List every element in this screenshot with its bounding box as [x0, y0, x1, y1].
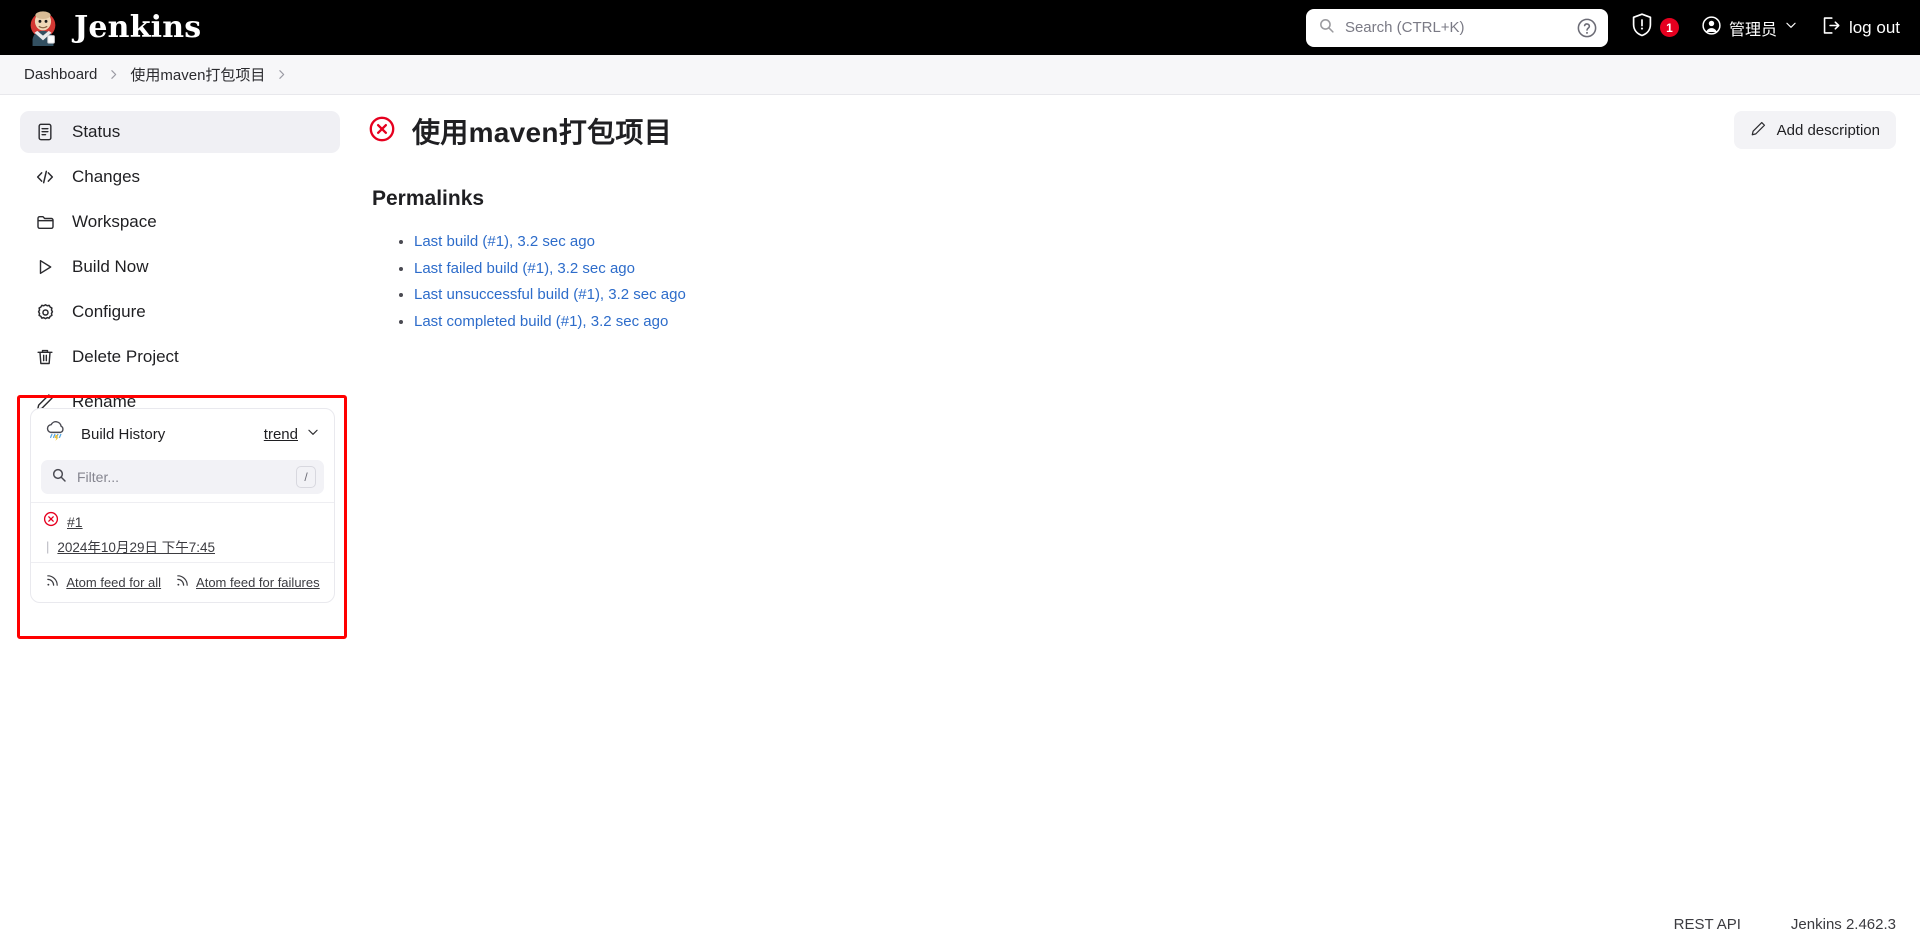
- project-header: 使用maven打包项目 Add description: [368, 111, 1896, 151]
- user-circle-icon: [1701, 15, 1722, 41]
- build-row-connector: |: [46, 538, 50, 554]
- rss-icon: [175, 573, 190, 591]
- sidebar-item-label: Status: [72, 122, 121, 141]
- jenkins-version-label: Jenkins 2.462.3: [1790, 916, 1896, 933]
- rss-icon: [45, 573, 60, 591]
- brand-name: Jenkins: [74, 10, 202, 45]
- atom-feed-failures-link[interactable]: Atom feed for failures: [175, 573, 320, 591]
- page-footer: REST API Jenkins 2.462.3: [1674, 916, 1896, 933]
- failed-circle-x-icon: [43, 511, 59, 532]
- sidebar-item-changes[interactable]: Changes: [20, 156, 340, 198]
- permalink-last-completed-build[interactable]: Last completed build (#1), 3.2 sec ago: [414, 313, 668, 330]
- build-number-link[interactable]: #1: [67, 514, 83, 530]
- shield-alert-icon: [1630, 12, 1654, 43]
- security-alert-badge: 1: [1659, 18, 1679, 37]
- jenkins-butler-logo-icon: [24, 9, 62, 47]
- chevron-down-icon: [1784, 18, 1798, 37]
- breadcrumb-separator-icon: [107, 68, 120, 81]
- pencil-icon: [1750, 120, 1767, 141]
- sidebar-item-label: Changes: [72, 167, 141, 186]
- search-input[interactable]: [1334, 18, 1574, 37]
- sidebar: Status Changes Workspace Build Now Confi…: [0, 95, 360, 945]
- storm-cloud-icon: [43, 419, 69, 450]
- list-item: Last completed build (#1), 3.2 sec ago: [414, 313, 1896, 331]
- permalink-last-failed-build[interactable]: Last failed build (#1), 3.2 sec ago: [414, 260, 635, 277]
- chevron-down-icon: [306, 425, 320, 444]
- play-triangle-icon: [34, 256, 56, 278]
- permalink-last-build[interactable]: Last build (#1), 3.2 sec ago: [414, 233, 595, 250]
- build-history-panel: Build History trend /: [30, 408, 335, 603]
- sidebar-item-configure[interactable]: Configure: [20, 291, 340, 333]
- sidebar-item-build-now[interactable]: Build Now: [20, 246, 340, 288]
- sidebar-item-label: Workspace: [72, 212, 157, 231]
- build-history-filter-input[interactable]: [67, 468, 296, 486]
- atom-feed-failures-label: Atom feed for failures: [196, 574, 320, 590]
- question-circle-icon[interactable]: [1574, 15, 1600, 41]
- breadcrumb-separator-icon-2: [275, 68, 288, 81]
- security-alerts-button[interactable]: 1: [1630, 12, 1679, 43]
- build-history-trend-toggle[interactable]: trend: [264, 425, 320, 444]
- atom-feed-all-label: Atom feed for all: [66, 574, 162, 590]
- permalinks-list: Last build (#1), 3.2 sec ago Last failed…: [368, 233, 1896, 331]
- user-menu[interactable]: 管理员: [1701, 15, 1798, 41]
- build-row-main: #1: [43, 511, 322, 532]
- logout-label: log out: [1848, 17, 1900, 37]
- breadcrumb-item-project[interactable]: 使用maven打包项目: [130, 64, 265, 85]
- gear-icon: [34, 301, 56, 323]
- breadcrumb-item-dashboard[interactable]: Dashboard: [24, 66, 97, 83]
- header-actions: 1 管理员: [1305, 8, 1900, 47]
- search-icon: [1318, 17, 1335, 39]
- logout-icon: [1820, 15, 1841, 41]
- search-icon: [51, 467, 67, 488]
- folder-icon: [34, 211, 56, 233]
- build-history-feeds: Atom feed for all Atom feed for failures: [31, 562, 334, 602]
- sidebar-item-delete-project[interactable]: Delete Project: [20, 336, 340, 378]
- atom-feed-all-link[interactable]: Atom feed for all: [45, 573, 161, 591]
- permalink-last-unsuccessful-build[interactable]: Last unsuccessful build (#1), 3.2 sec ag…: [414, 286, 686, 303]
- build-row-date: | 2024年10月29日 下午7:45: [43, 536, 322, 556]
- trend-label: trend: [263, 426, 298, 443]
- add-description-label: Add description: [1776, 121, 1880, 139]
- list-item: Last failed build (#1), 3.2 sec ago: [414, 260, 1896, 278]
- page-body: Status Changes Workspace Build Now Confi…: [0, 95, 1920, 945]
- trash-icon: [34, 346, 56, 368]
- sidebar-item-label: Build Now: [72, 257, 149, 276]
- code-brackets-icon: [34, 166, 56, 188]
- sidebar-item-workspace[interactable]: Workspace: [20, 201, 340, 243]
- failed-circle-x-icon: [368, 115, 396, 148]
- app-header: Jenkins Search (CTRL+K) 1 管理员 log out: [0, 0, 1920, 55]
- build-history-filter[interactable]: /: [41, 460, 324, 494]
- page-title: 使用maven打包项目: [412, 117, 673, 148]
- build-history-list: #1 | 2024年10月29日 下午7:45: [31, 502, 334, 562]
- permalinks-heading: Permalinks: [372, 187, 485, 210]
- list-item: Last unsuccessful build (#1), 3.2 sec ag…: [414, 286, 1896, 304]
- build-history-title: Build History: [81, 426, 166, 443]
- build-history-header: Build History trend: [31, 409, 334, 460]
- project-title-row: 使用maven打包项目: [368, 111, 672, 151]
- list-item: Last build (#1), 3.2 sec ago: [414, 233, 1896, 251]
- build-date-link[interactable]: 2024年10月29日 下午7:45: [57, 536, 215, 556]
- sidebar-item-label: Configure: [72, 302, 146, 321]
- search-box[interactable]: [1305, 8, 1608, 47]
- sidebar-item-status[interactable]: Status: [20, 111, 340, 153]
- user-name: 管理员: [1728, 21, 1777, 39]
- jenkins-home-link[interactable]: Jenkins: [24, 9, 201, 47]
- main-content: 使用maven打包项目 Add description Permalinks L…: [360, 95, 1920, 945]
- breadcrumb: Dashboard 使用maven打包项目: [0, 55, 1920, 95]
- filter-shortcut-key: /: [296, 466, 316, 488]
- document-icon: [34, 121, 56, 143]
- rest-api-link[interactable]: REST API: [1674, 916, 1741, 933]
- sidebar-item-label: Delete Project: [72, 347, 179, 366]
- logout-button[interactable]: log out: [1820, 15, 1900, 41]
- add-description-button[interactable]: Add description: [1733, 111, 1896, 149]
- build-history-row[interactable]: #1 | 2024年10月29日 下午7:45: [43, 511, 322, 556]
